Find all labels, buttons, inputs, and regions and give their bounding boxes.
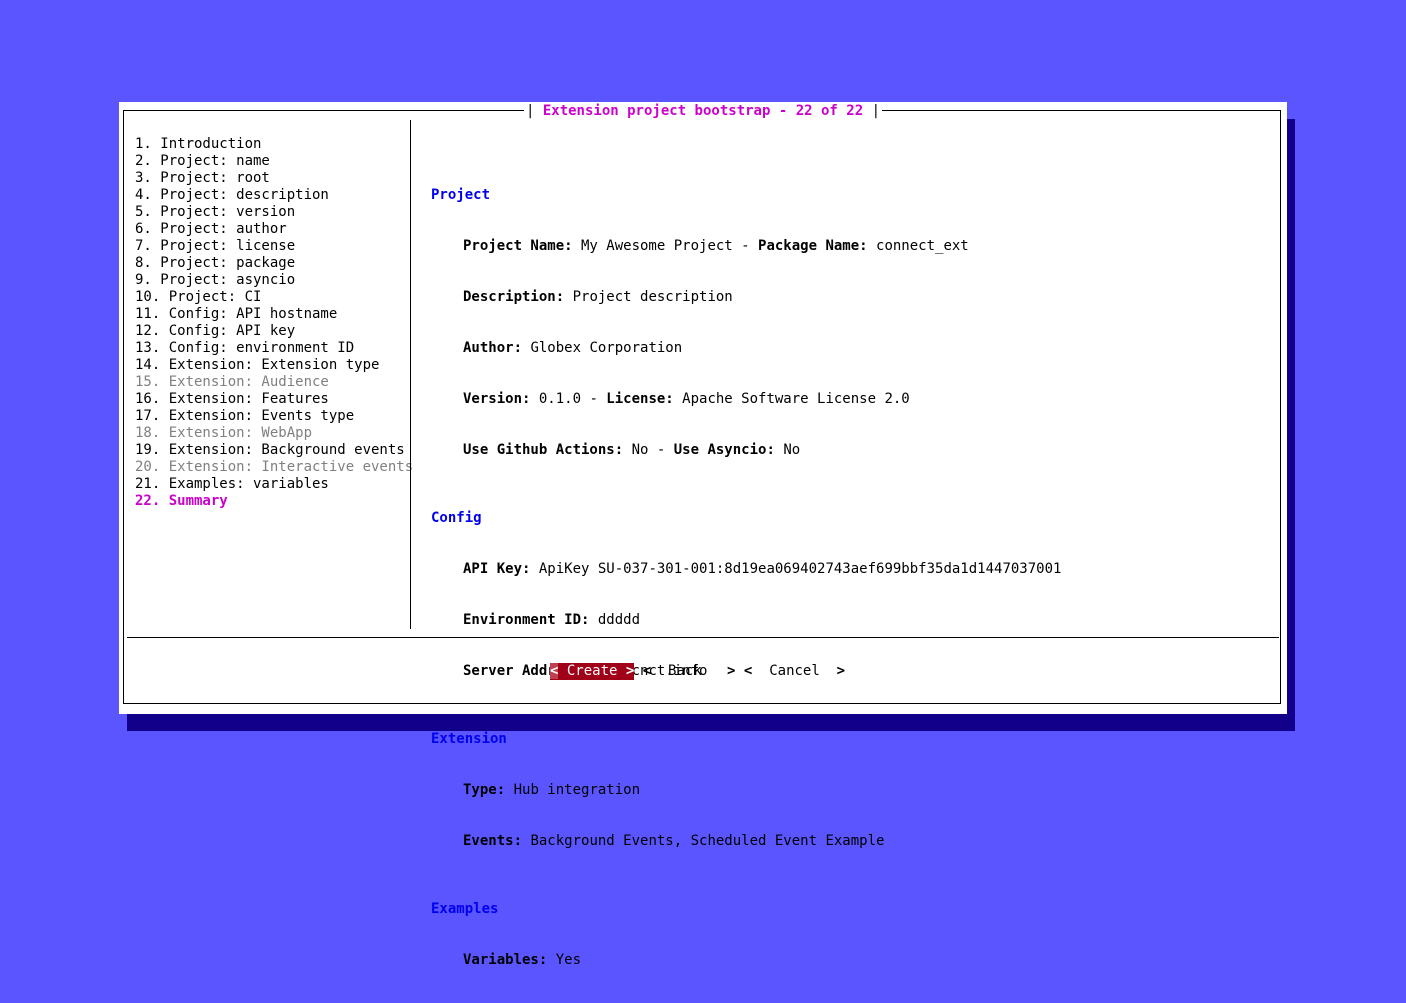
summary-variables: Variables: Yes [431, 952, 1061, 969]
label: Use Asyncio: [673, 442, 775, 458]
section-config: Config [431, 510, 482, 526]
section-project: Project [431, 187, 491, 203]
dialog-title: | Extension project bootstrap - 22 of 22… [523, 103, 882, 120]
label: Version: [463, 391, 531, 407]
nav-step-18: 18. Extension: WebApp [135, 425, 313, 441]
nav-step-11[interactable]: 11. Config: API hostname [135, 306, 415, 323]
bracket: < [642, 663, 652, 679]
nav-step-9[interactable]: 9. Project: asyncio [135, 272, 415, 289]
nav-step-17[interactable]: 17. Extension: Events type [135, 408, 415, 425]
summary-environment-id: Environment ID: ddddd [431, 612, 1061, 629]
title-bar-right: | [863, 103, 880, 119]
label: Package Name: [758, 238, 868, 254]
wizard-dialog: | Extension project bootstrap - 22 of 22… [119, 102, 1287, 968]
value: Background Events, Scheduled Event Examp… [522, 833, 885, 849]
label: Project Name: [463, 238, 573, 254]
steps-list: 1. Introduction 2. Project: name 3. Projec… [135, 136, 415, 510]
nav-step-3[interactable]: 3. Project: root [135, 170, 415, 187]
section-extension: Extension [431, 731, 507, 747]
nav-step-12[interactable]: 12. Config: API key [135, 323, 415, 340]
nav-step-7[interactable]: 7. Project: license [135, 238, 415, 255]
value: Project description [564, 289, 733, 305]
value: Globex Corporation [522, 340, 683, 356]
vertical-divider [410, 120, 411, 629]
value: My Awesome Project - [572, 238, 759, 254]
label: Environment ID: [463, 612, 590, 628]
nav-step-4[interactable]: 4. Project: description [135, 187, 415, 204]
nav-step-2[interactable]: 2. Project: name [135, 153, 415, 170]
summary-author: Author: Globex Corporation [431, 340, 1061, 357]
nav-step-10[interactable]: 10. Project: CI [135, 289, 415, 306]
value: ApiKey SU-037-301-001:8d19ea069402743aef… [530, 561, 1062, 577]
nav-step-5[interactable]: 5. Project: version [135, 204, 415, 221]
nav-step-19[interactable]: 19. Extension: Background events [135, 442, 415, 459]
value: connect_ext [867, 238, 969, 254]
label: Variables: [463, 952, 548, 968]
nav-step-20: 20. Extension: Interactive events [135, 459, 414, 475]
label: Use Github Actions: [463, 442, 624, 458]
summary-version: Version: 0.1.0 - License: Apache Softwar… [431, 391, 1061, 408]
value: No - [623, 442, 674, 458]
summary-type: Type: Hub integration [431, 782, 1061, 799]
button-label: Create [558, 663, 626, 679]
label: Author: [463, 340, 523, 356]
label: API Key: [463, 561, 531, 577]
nav-step-6[interactable]: 6. Project: author [135, 221, 415, 238]
bracket: > [727, 663, 736, 679]
label: Type: [463, 782, 506, 798]
summary-description: Description: Project description [431, 289, 1061, 306]
nav-step-21[interactable]: 21. Examples: variables [135, 476, 415, 493]
nav-step-22[interactable]: 22. Summary [135, 493, 415, 510]
bracket: > [625, 663, 635, 679]
summary-project-name: Project Name: My Awesome Project - Packa… [431, 238, 1061, 255]
cancel-button[interactable]: < Cancel > [744, 663, 845, 680]
title-bar-left: | [525, 103, 543, 119]
summary-panel: Project Project Name: My Awesome Project… [431, 153, 1061, 1003]
value: Apache Software License 2.0 [673, 391, 910, 407]
create-button[interactable]: < Create > [550, 663, 635, 680]
nav-step-15: 15. Extension: Audience [135, 374, 329, 390]
value: Yes [547, 952, 582, 968]
value: 0.1.0 - [530, 391, 607, 407]
button-bar: < Create > < Back > < Cancel > [550, 663, 845, 680]
summary-events: Events: Background Events, Scheduled Eve… [431, 833, 1061, 850]
nav-step-13[interactable]: 13. Config: environment ID [135, 340, 415, 357]
nav-step-8[interactable]: 8. Project: package [135, 255, 415, 272]
bracket: > [836, 663, 846, 679]
button-label: Cancel [752, 663, 837, 679]
label: Events: [463, 833, 523, 849]
summary-github: Use Github Actions: No - Use Asyncio: No [431, 442, 1061, 459]
value: ddddd [589, 612, 641, 628]
dialog-title-bar: | Extension project bootstrap - 22 of 22… [119, 103, 1287, 120]
nav-step-1[interactable]: 1. Introduction [135, 136, 415, 153]
section-examples: Examples [431, 901, 499, 917]
nav-step-14[interactable]: 14. Extension: Extension type [135, 357, 415, 374]
value: No [774, 442, 801, 458]
label: Description: [463, 289, 565, 305]
summary-api-key: API Key: ApiKey SU-037-301-001:8d19ea069… [431, 561, 1061, 578]
button-label: Back [651, 663, 728, 679]
back-button[interactable]: < Back > [643, 663, 736, 680]
value: Hub integration [505, 782, 641, 798]
label: License: [606, 391, 674, 407]
nav-step-16[interactable]: 16. Extension: Features [135, 391, 415, 408]
title-text: Extension project bootstrap - 22 of 22 [542, 103, 864, 119]
